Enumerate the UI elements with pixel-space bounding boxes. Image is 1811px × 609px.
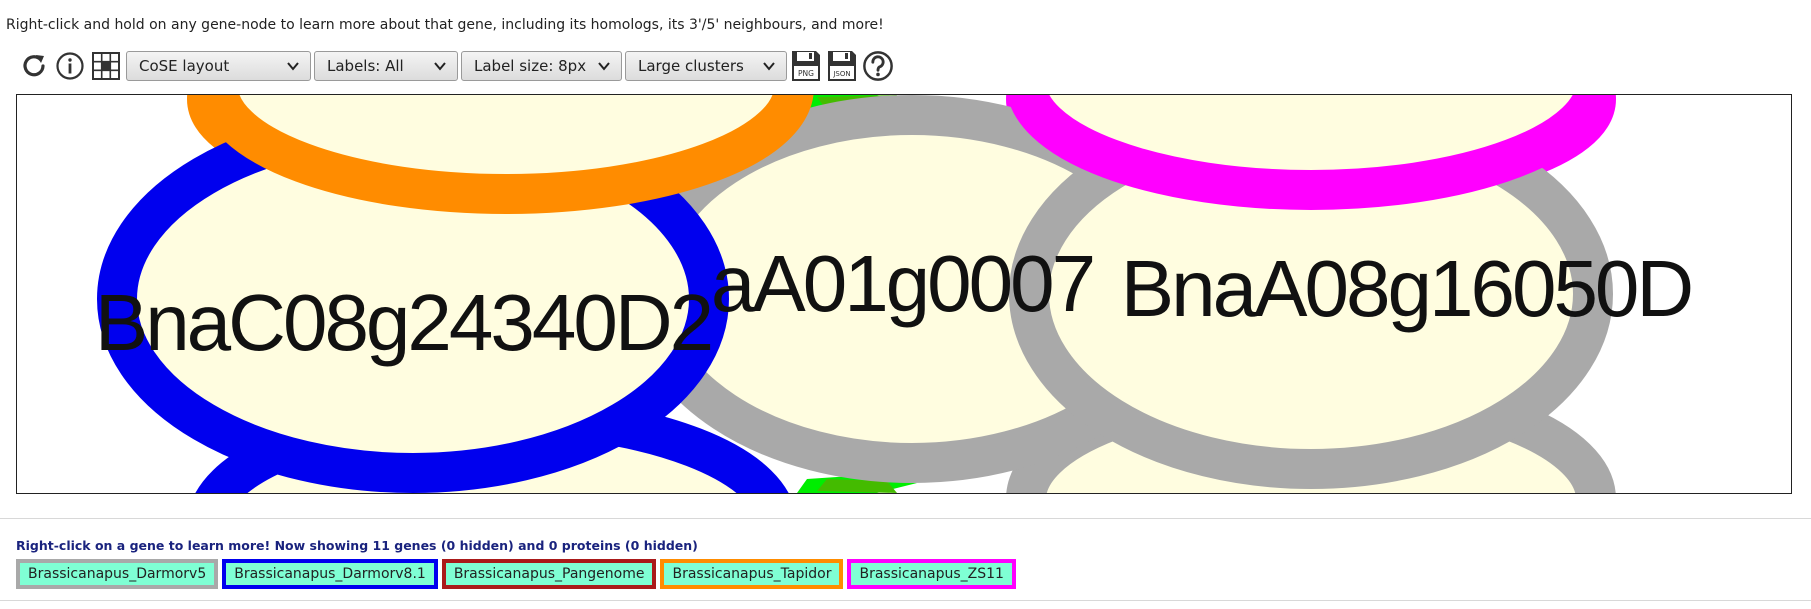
clusters-select-value: Large clusters xyxy=(638,57,744,75)
divider xyxy=(0,518,1811,519)
labels-select[interactable]: Labels: All xyxy=(314,51,458,81)
layout-select[interactable]: CoSE layout xyxy=(126,51,311,81)
layout-select-value: CoSE layout xyxy=(139,57,230,75)
save-png-button[interactable]: PNG xyxy=(790,50,822,82)
reset-icon[interactable] xyxy=(18,50,50,82)
chevron-down-icon xyxy=(434,62,446,71)
info-icon[interactable] xyxy=(54,50,86,82)
save-png-label: PNG xyxy=(798,69,814,78)
chevron-down-icon xyxy=(287,62,299,71)
gene-label: BnaC08g24340D2 xyxy=(95,278,711,367)
chevron-down-icon xyxy=(763,62,775,71)
legend-item-darmorv5[interactable]: Brassicanapus_Darmorv5 xyxy=(16,559,219,589)
gene-label: BnaA08g16050D xyxy=(1121,244,1691,333)
instruction-text: Right-click and hold on any gene-node to… xyxy=(6,17,884,33)
chevron-down-icon xyxy=(598,62,610,71)
save-json-label: JSON xyxy=(832,70,850,78)
clusters-select[interactable]: Large clusters xyxy=(625,51,787,81)
label-size-select[interactable]: Label size: 8px xyxy=(461,51,622,81)
help-icon[interactable] xyxy=(862,50,894,82)
legend-item-zs11[interactable]: Brassicanapus_ZS11 xyxy=(847,559,1016,589)
labels-select-value: Labels: All xyxy=(327,57,404,75)
status-text: Right-click on a gene to learn more! Now… xyxy=(16,538,698,553)
grid-icon[interactable] xyxy=(90,50,122,82)
gene-node-magenta[interactable] xyxy=(1007,95,1615,210)
legend-item-pangenome[interactable]: Brassicanapus_Pangenome xyxy=(441,559,657,589)
legend-item-darmorv8-1[interactable]: Brassicanapus_Darmorv8.1 xyxy=(222,559,438,589)
gene-network-canvas[interactable]: aA01g0007 BnaA08g16050D BnaC08g24340D2 xyxy=(16,94,1792,494)
genome-legend: Brassicanapus_Darmorv5 Brassicanapus_Dar… xyxy=(16,559,1020,589)
gene-label: aA01g0007 xyxy=(711,239,1093,328)
graph-toolbar: CoSE layout Labels: All Label size: 8px … xyxy=(18,48,898,84)
legend-item-tapidor[interactable]: Brassicanapus_Tapidor xyxy=(660,559,844,589)
save-json-button[interactable]: JSON xyxy=(826,50,858,82)
gene-node-orange[interactable] xyxy=(198,95,814,214)
divider xyxy=(0,600,1811,601)
label-size-select-value: Label size: 8px xyxy=(474,57,587,75)
